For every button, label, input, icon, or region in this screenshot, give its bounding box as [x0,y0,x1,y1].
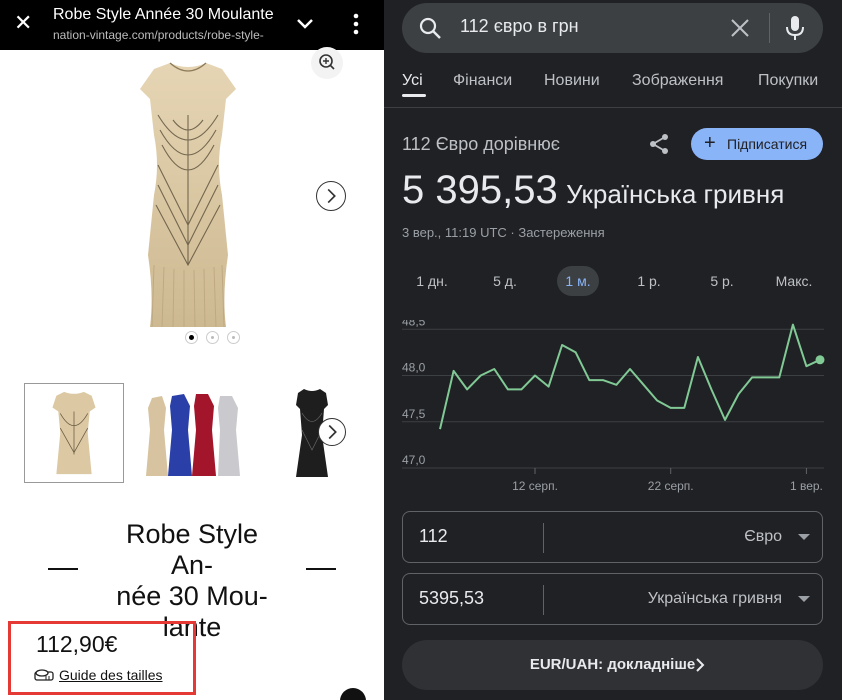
browser-header: ✕ Robe Style Année 30 Moulante - nation-… [0,0,384,50]
range-1y[interactable]: 1 р. [622,266,676,296]
plus-icon: + [704,132,716,154]
from-currency-select[interactable]: Євро [744,528,782,546]
carousel-dot[interactable] [185,331,198,344]
y-tick-label: 48,0 [402,361,426,375]
search-icon [419,17,441,39]
search-bar[interactable]: 112 євро в грн [402,3,823,53]
share-icon[interactable] [647,132,671,156]
y-tick-label: 47,5 [402,407,426,421]
size-guide-link[interactable]: Guide des tailles [59,667,163,683]
tab-news[interactable]: Новини [544,72,600,90]
ruler-icon [34,669,54,681]
x-tick-label: 12 серп. [512,479,558,493]
series-line [439,323,821,430]
carousel-dot[interactable] [206,331,219,344]
details-label: EUR/UAH: докладніше [529,656,696,673]
page-url: nation-vintage.com/products/robe-style- [53,28,264,42]
details-button[interactable]: EUR/UAH: докладніше [402,640,823,690]
subscribe-button[interactable]: + Підписатися [691,128,823,160]
thumbnail-color-variants[interactable] [142,390,244,480]
converter-to-row: 5395,53 Українська гривня [402,573,823,625]
converter-divider [543,585,544,615]
product-price: 112,90€ [36,631,118,657]
search-tabs: Усі Фінанси Новини Зображення Покупки [384,66,842,108]
x-tick-label: 1 вер. [790,479,823,493]
range-1d[interactable]: 1 дн. [402,266,462,296]
tab-images[interactable]: Зображення [632,72,723,90]
microphone-icon[interactable] [784,15,806,41]
result-currency: Українська гривня [566,179,785,209]
converter-from-row: 112 Євро [402,511,823,563]
thumbnails-next-button[interactable] [318,418,346,446]
carousel-dots [185,331,240,344]
chevron-right-icon [696,658,705,672]
product-image [140,62,236,328]
exchange-rate-chart[interactable]: 48,5 48,0 47,5 47,0 12 серп. 22 серп. 1 вер. [384,320,842,500]
tab-all[interactable]: Усі [402,72,423,90]
more-vert-icon[interactable] [346,10,366,38]
dropdown-arrow-icon[interactable] [798,596,810,602]
conversion-timestamp[interactable]: 3 вер., 11:19 UTC · Застереження [402,225,605,240]
y-tick-label: 48,5 [402,320,426,328]
dropdown-arrow-icon[interactable] [798,534,810,540]
tab-finance[interactable]: Фінанси [453,72,512,90]
series-endpoint [815,355,825,365]
x-tick-label: 22 серп. [648,479,694,493]
range-max[interactable]: Макс. [766,266,822,296]
product-title-line: née 30 Mou- [116,581,268,611]
carousel-next-button[interactable] [316,181,346,211]
title-divider-right [306,568,336,570]
range-1m[interactable]: 1 м. [557,266,599,296]
range-5d[interactable]: 5 д. [478,266,532,296]
page-title: Robe Style Année 30 Moulante - [53,6,275,23]
conversion-equals-label: 112 Євро дорівнює [402,134,560,154]
y-tick-label: 47,0 [402,453,426,467]
conversion-result: 5 395,53 Українська гривня [402,168,784,213]
range-5y[interactable]: 5 р. [695,266,749,296]
product-title-line: Robe Style An- [125,519,259,580]
search-input[interactable]: 112 євро в грн [460,16,579,37]
from-amount-input[interactable]: 112 [419,526,448,547]
floating-action-button[interactable] [340,688,366,700]
time-range-selector: 1 дн. 5 д. 1 м. 1 р. 5 р. Макс. [384,266,842,296]
clear-icon[interactable] [729,16,751,40]
carousel-dot[interactable] [227,331,240,344]
thumbnail-gold-dress[interactable] [24,383,124,483]
chevron-down-icon[interactable] [292,10,318,36]
to-currency-select[interactable]: Українська гривня [648,590,782,608]
to-amount-input[interactable]: 5395,53 [419,588,484,609]
active-tab-indicator [402,94,426,97]
tab-shopping[interactable]: Покупки [758,72,818,90]
result-value: 5 395,53 [402,168,558,212]
product-page-pane: ✕ Robe Style Année 30 Moulante - nation-… [0,0,384,700]
converter-divider [543,523,544,553]
close-icon[interactable]: ✕ [14,9,32,37]
search-divider [769,13,770,43]
zoom-icon[interactable] [311,47,343,79]
search-results-pane: 112 євро в грн Усі Фінанси Новини Зображ… [384,0,842,700]
subscribe-label: Підписатися [727,136,808,152]
